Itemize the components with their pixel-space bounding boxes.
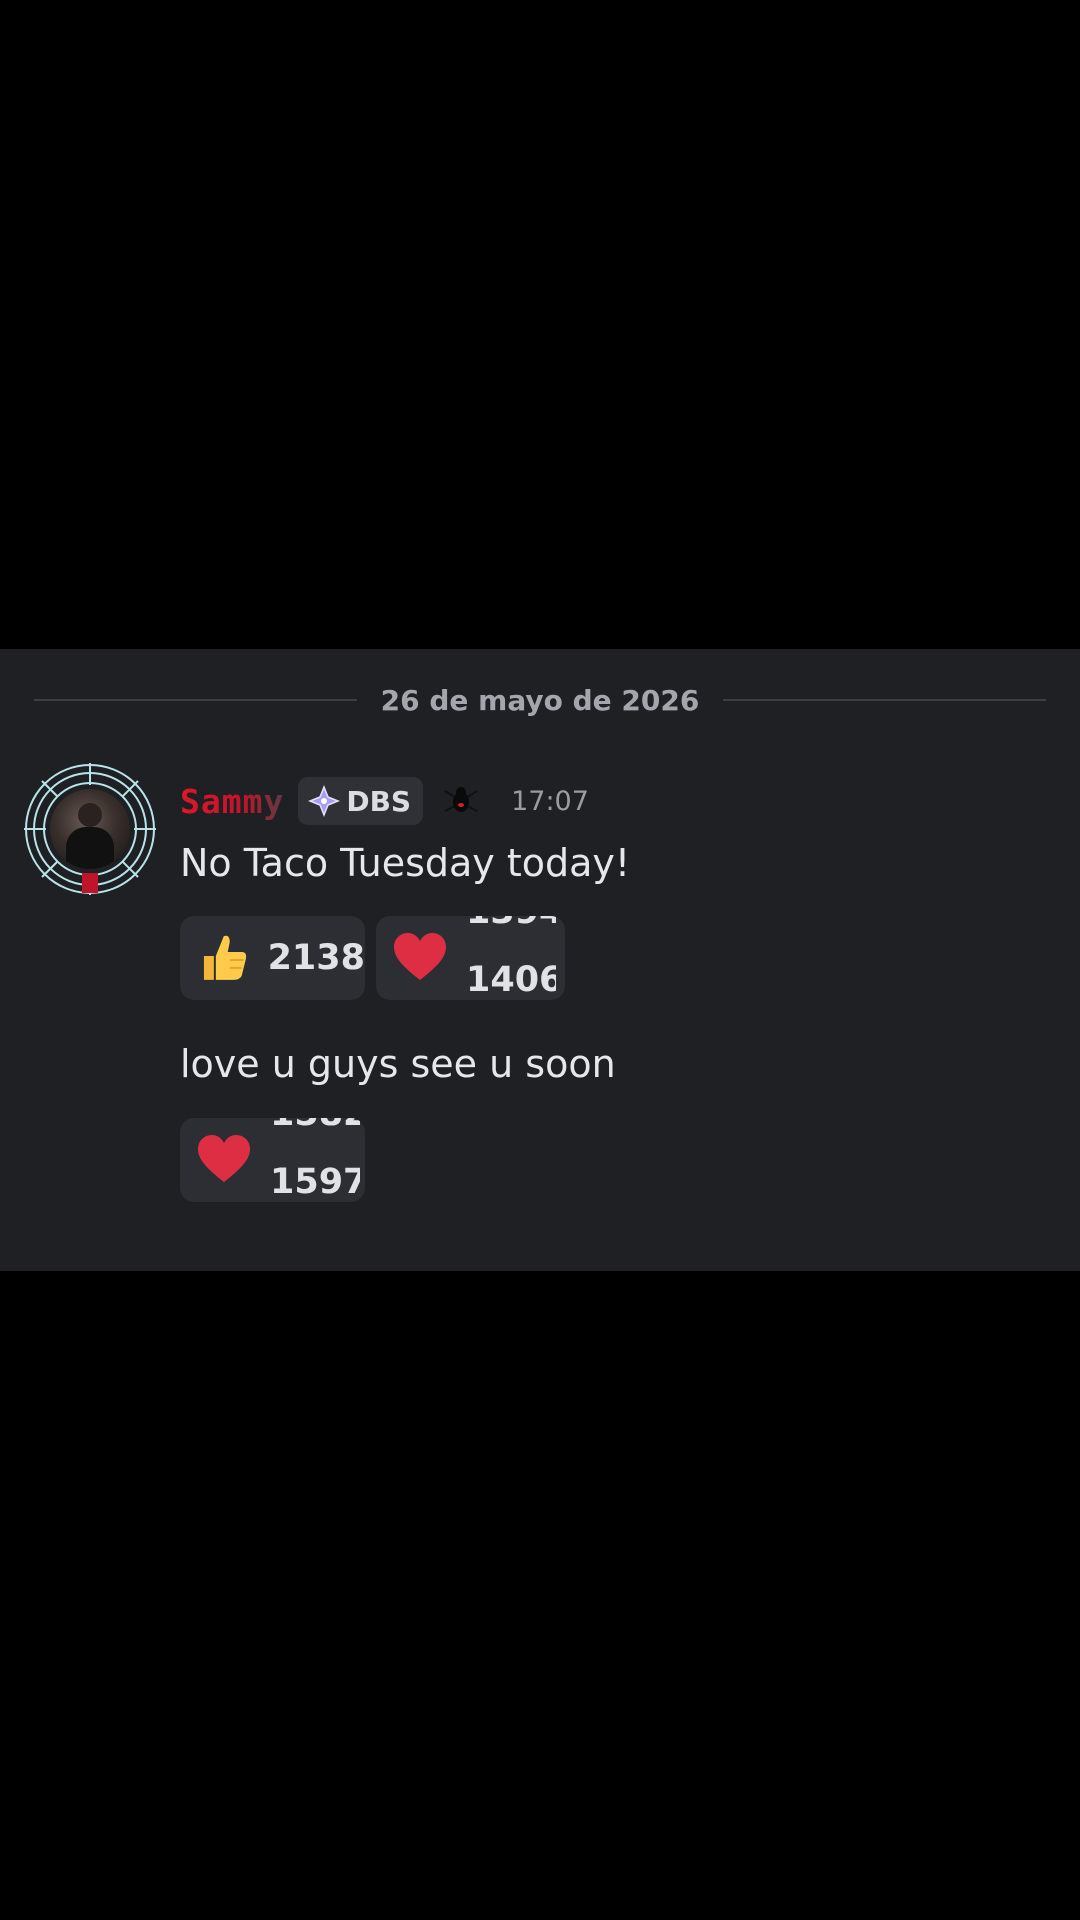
spider-icon xyxy=(444,787,478,812)
heart-icon xyxy=(198,1135,250,1182)
divider-line-left xyxy=(34,699,357,701)
reaction-count-previous: 1394 xyxy=(466,916,556,932)
message-text-2: love u guys see u soon xyxy=(180,1042,616,1086)
reaction-count: 2138 xyxy=(267,938,365,978)
reaction-thumbs-up[interactable]: 2138 xyxy=(180,916,365,1000)
reaction-count-rolling: 1582 1597 xyxy=(270,1118,360,1202)
reaction-count-next: 1597 xyxy=(270,1162,360,1202)
server-tag-label: DBS xyxy=(346,784,412,818)
chat-panel: 26 de mayo de 2026 Sammy DBS 17:07 No Ta… xyxy=(0,649,1080,1271)
date-label: 26 de mayo de 2026 xyxy=(380,683,700,717)
server-tag[interactable]: DBS xyxy=(298,777,424,825)
heart-icon xyxy=(394,933,446,980)
reaction-heart[interactable]: 1582 1597 xyxy=(180,1118,365,1202)
reaction-count-next: 1406 xyxy=(466,960,556,1000)
reaction-count-rolling: 1394 1406 xyxy=(466,916,556,1000)
spider-web-frame-icon xyxy=(24,763,156,895)
message-text-1: No Taco Tuesday today! xyxy=(180,841,631,885)
avatar[interactable] xyxy=(22,761,158,897)
date-divider: 26 de mayo de 2026 xyxy=(34,679,1046,721)
message-header: Sammy DBS 17:07 xyxy=(180,777,589,825)
reaction-count-previous: 1582 xyxy=(270,1118,360,1134)
sparkle-diamond-icon xyxy=(308,785,341,817)
reaction-heart[interactable]: 1394 1406 xyxy=(376,916,565,1000)
divider-line-right xyxy=(723,699,1046,701)
screen: 26 de mayo de 2026 Sammy DBS 17:07 No Ta… xyxy=(0,0,1080,1920)
username[interactable]: Sammy xyxy=(180,782,284,821)
timestamp: 17:07 xyxy=(511,785,589,817)
thumbs-up-icon xyxy=(203,935,247,980)
